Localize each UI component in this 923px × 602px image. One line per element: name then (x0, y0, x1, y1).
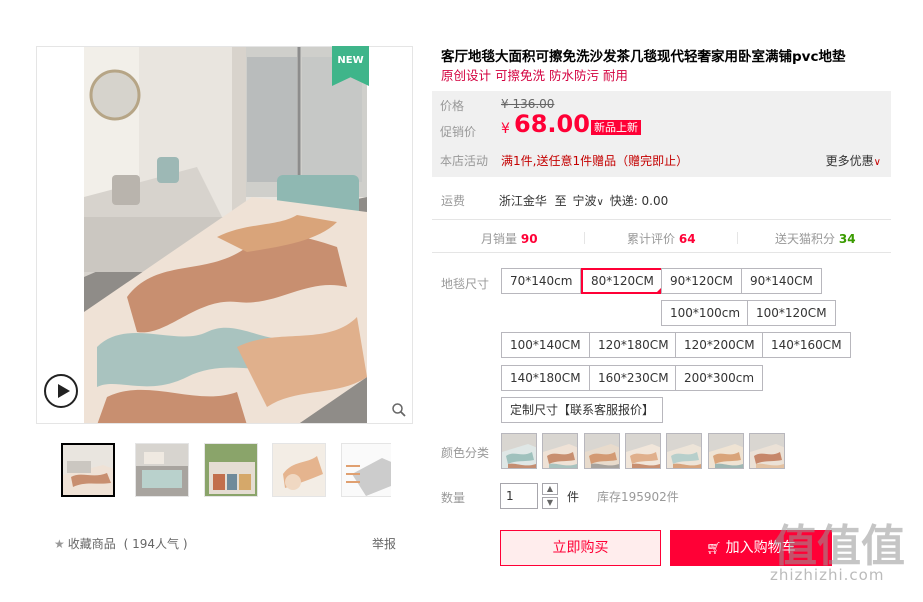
rug-room-photo (84, 47, 367, 423)
star-icon: ★ (54, 537, 65, 551)
more-discounts-label: 更多优惠 (825, 154, 874, 168)
divider (737, 232, 738, 244)
color-option[interactable] (542, 433, 579, 469)
quantity-decrease-button[interactable]: ▼ (542, 497, 558, 509)
size-option[interactable]: 定制尺寸【联系客服报价】 (501, 397, 664, 423)
activity-text: 满1件,送任意1件赠品（赠完即止） (501, 154, 689, 168)
cart-icon: 🛒︎ (706, 541, 722, 555)
divider (432, 219, 891, 220)
size-label: 地毯尺寸 (441, 277, 490, 291)
shipping-row: 运费 浙江金华 至 宁波∨ 快递: 0.00 (441, 192, 668, 209)
promo-price: 68.00 (514, 110, 590, 138)
price-panel: 价格 ¥ 136.00 促销价 ¥ 68.00 新品上新 本店活动 满1件,送任… (432, 91, 891, 177)
main-product-image[interactable] (36, 46, 413, 424)
new-arrival-tag: 新品上新 (591, 120, 641, 135)
monthly-sales-value: 90 (520, 232, 538, 246)
size-option[interactable]: 120*180CM (589, 332, 678, 358)
chevron-down-icon: ∨ (596, 197, 604, 208)
review-count-label: 累计评价 (627, 232, 676, 246)
favorite-count: ( 194人气 ) (123, 537, 188, 551)
add-to-cart-label: 加入购物车 (725, 540, 796, 556)
thumbnail[interactable] (135, 443, 189, 497)
thumbnail[interactable] (341, 443, 391, 497)
shipping-destination-select[interactable]: 宁波∨ (573, 194, 604, 208)
shipping-to-word: 至 (554, 194, 567, 208)
size-option[interactable]: 80*120CM (581, 268, 664, 294)
quantity-input[interactable]: 1 (500, 483, 538, 509)
activity-label: 本店活动 (440, 154, 489, 168)
size-option[interactable]: 90*140CM (741, 268, 822, 294)
size-option[interactable]: 100*100cm (661, 300, 750, 326)
buy-now-button[interactable]: 立即购买 (500, 530, 661, 566)
size-option[interactable]: 100*120CM (747, 300, 836, 326)
play-video-icon[interactable] (44, 374, 78, 408)
currency-symbol: ¥ (501, 121, 510, 137)
product-subtitle: 原创设计 可擦免洗 防水防污 耐用 (441, 68, 628, 83)
quantity-unit: 件 (567, 490, 580, 504)
review-count-value: 64 (678, 232, 696, 246)
color-option[interactable] (501, 433, 537, 469)
size-option[interactable]: 120*200CM (675, 332, 764, 358)
original-price: ¥ 136.00 (501, 97, 555, 111)
size-option[interactable]: 140*180CM (501, 365, 590, 391)
shipping-label: 运费 (441, 194, 466, 208)
review-count[interactable]: 累计评价 64 (627, 230, 696, 247)
size-option[interactable]: 160*230CM (589, 365, 678, 391)
watermark-glyph: 值 (861, 521, 905, 572)
color-option[interactable] (748, 433, 785, 469)
monthly-sales: 月销量 90 (481, 230, 538, 247)
color-option[interactable] (624, 433, 661, 469)
price-label: 价格 (440, 99, 465, 113)
color-option[interactable] (666, 433, 703, 469)
size-option[interactable]: 70*140cm (501, 268, 582, 294)
thumbnail[interactable] (204, 443, 258, 497)
divider (584, 232, 585, 244)
tmall-points-value: 34 (838, 232, 856, 246)
thumbnail-strip (61, 443, 391, 497)
watermark-site: zhizhizhi.com (770, 566, 885, 584)
product-title: 客厅地毯大面积可擦免洗沙发茶几毯现代轻奢家用卧室满铺pvc地垫 (441, 49, 846, 65)
tmall-points-label: 送天猫积分 (775, 232, 836, 246)
chevron-down-icon: ∨ (873, 157, 881, 168)
size-option[interactable]: 90*120CM (661, 268, 742, 294)
size-option[interactable]: 200*300cm (675, 365, 764, 391)
stats-row: 月销量 90 累计评价 64 送天猫积分 34 (432, 230, 891, 246)
color-label: 颜色分类 (441, 446, 490, 460)
zoom-icon[interactable] (391, 402, 407, 418)
color-option[interactable] (707, 433, 744, 469)
thumbnail[interactable] (272, 443, 326, 497)
monthly-sales-label: 月销量 (481, 232, 518, 246)
quantity-label: 数量 (441, 491, 466, 505)
quantity-increase-button[interactable]: ▲ (542, 483, 558, 495)
add-to-cart-button[interactable]: 🛒︎ 加入购物车 (670, 530, 832, 566)
destination-label: 宁波 (572, 194, 597, 208)
tmall-points: 送天猫积分 34 (775, 230, 856, 247)
more-discounts-link[interactable]: 更多优惠∨ (826, 152, 881, 169)
stock-count: 库存195902件 (597, 490, 679, 504)
report-link[interactable]: 举报 (372, 535, 396, 552)
favorite-link[interactable]: ★ 收藏商品 ( 194人气 ) (54, 535, 188, 552)
divider (432, 252, 891, 253)
shipping-from: 浙江金华 (498, 194, 547, 208)
promo-label: 促销价 (440, 125, 477, 139)
thumbnail[interactable] (61, 443, 115, 497)
express-fee: 快递: 0.00 (609, 194, 669, 208)
size-option[interactable]: 140*160CM (762, 332, 851, 358)
color-option[interactable] (583, 433, 620, 469)
favorite-label: 收藏商品 (67, 537, 116, 551)
size-option[interactable]: 100*140CM (501, 332, 590, 358)
